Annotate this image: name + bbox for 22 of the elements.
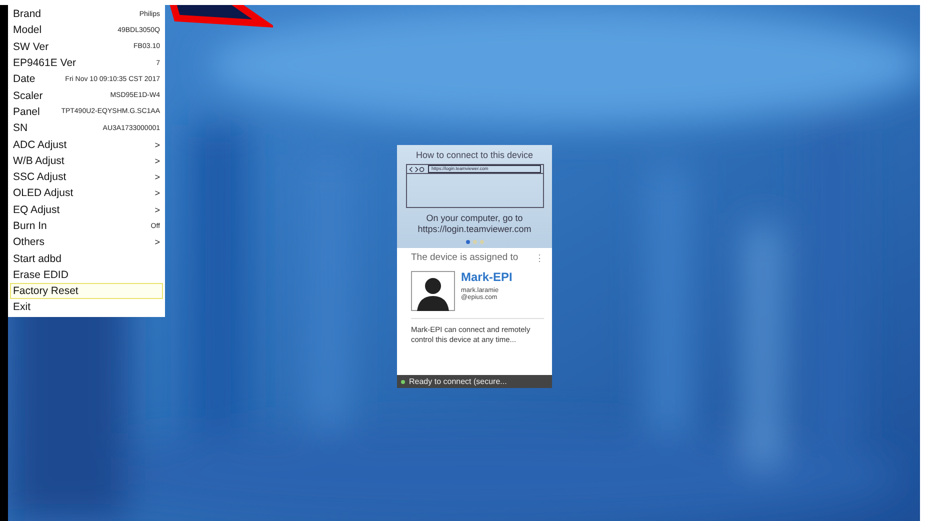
menu-item[interactable]: Start adbd (10, 250, 163, 267)
browser-nav-icon (408, 166, 424, 172)
assigned-label: The device is assigned to (411, 252, 518, 263)
menu-item[interactable]: OLED Adjust > (10, 185, 163, 202)
menu-item[interactable]: SSC Adjust > (10, 168, 163, 186)
avatar-icon (411, 270, 455, 312)
pager-dot[interactable] (466, 240, 470, 244)
menu-item[interactable]: W/B Adjust > (10, 152, 163, 169)
menu-item[interactable]: Factory Reset (10, 283, 163, 300)
instruction-text: On your computer, go to https://login.teamviewer.com (416, 213, 532, 235)
menu-item[interactable]: Erase EDID (10, 266, 163, 284)
menu-item[interactable]: ADC Adjust > (10, 136, 163, 153)
menu-item[interactable]: Exit (10, 299, 163, 316)
user-name: Mark-EPI (461, 270, 512, 284)
status-text: Ready to connect (secure... (409, 377, 507, 386)
dialog-title: How to connect to this device (416, 150, 534, 160)
menu-item[interactable]: EQ Adjust > (10, 202, 163, 218)
status-dot-icon (401, 380, 405, 384)
pager-dot[interactable] (480, 240, 484, 244)
pager-dot[interactable] (472, 240, 476, 244)
more-icon[interactable]: ⋮ (535, 252, 544, 262)
menu-item[interactable]: Others > (10, 234, 163, 250)
